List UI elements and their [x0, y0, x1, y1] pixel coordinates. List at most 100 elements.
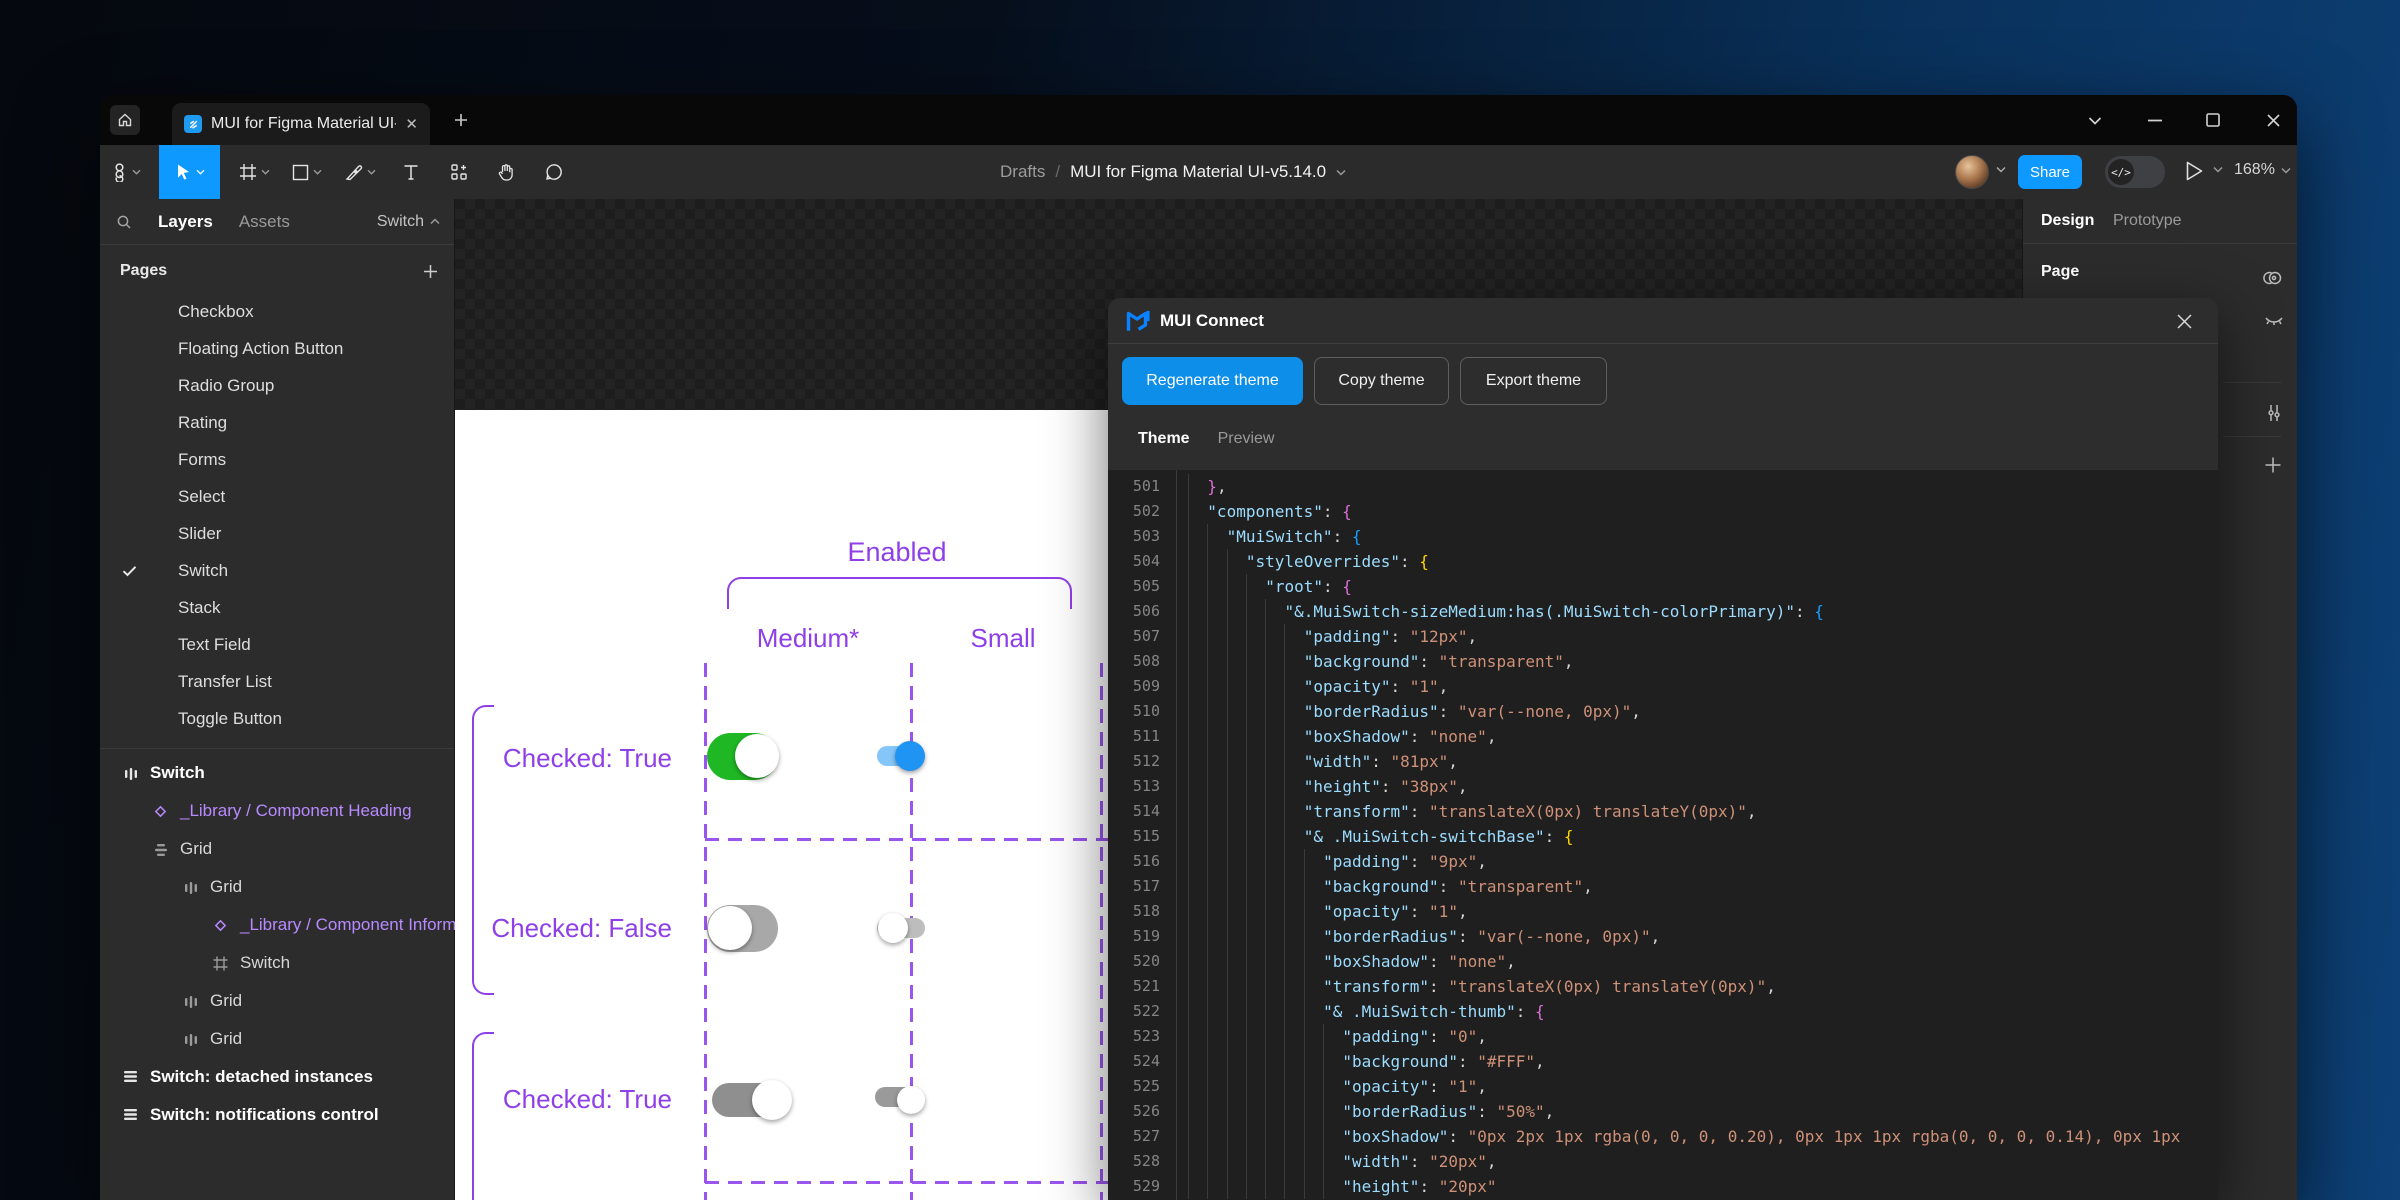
tab-list-chevron-icon[interactable] [2078, 103, 2112, 137]
canvas-row-label[interactable]: Checked: True [472, 743, 672, 774]
code-line-523[interactable]: 523"padding": "0", [1108, 1024, 2218, 1049]
layer-item-switch-detached-instances[interactable]: Switch: detached instances [100, 1059, 454, 1097]
actions-tool-button[interactable] [440, 145, 478, 199]
code-line-529[interactable]: 529"height": "20px" [1108, 1174, 2218, 1199]
code-line-516[interactable]: 516"padding": "9px", [1108, 849, 2218, 874]
code-line-503[interactable]: 503"MuiSwitch": { [1108, 524, 2218, 549]
code-line-505[interactable]: 505"root": { [1108, 574, 2218, 599]
code-line-510[interactable]: 510"borderRadius": "var(--none, 0px)", [1108, 699, 2218, 724]
sliders-icon[interactable] [2263, 402, 2285, 424]
tab-layers[interactable]: Layers [158, 212, 213, 232]
pen-tool-button[interactable] [334, 145, 386, 199]
layer-item-library-component-information[interactable]: _Library / Component Information [100, 907, 454, 945]
chevron-down-icon[interactable] [2213, 166, 2223, 173]
code-line-526[interactable]: 526"borderRadius": "50%", [1108, 1099, 2218, 1124]
shape-tool-button[interactable] [281, 145, 333, 199]
code-line-506[interactable]: 506"&.MuiSwitch-sizeMedium:has(.MuiSwitc… [1108, 599, 2218, 624]
chevron-down-icon[interactable] [1996, 166, 2006, 173]
add-page-button[interactable] [423, 264, 438, 279]
plus-icon[interactable] [2263, 455, 2285, 477]
chevron-down-icon[interactable] [1336, 169, 1346, 176]
tab-preview[interactable]: Preview [1218, 430, 1275, 448]
regenerate-theme-button[interactable]: Regenerate theme [1122, 357, 1303, 405]
page-item-select[interactable]: Select [100, 478, 454, 515]
zoom-menu[interactable]: 168% [2234, 161, 2291, 179]
code-line-524[interactable]: 524"background": "#FFF", [1108, 1049, 2218, 1074]
code-line-525[interactable]: 525"opacity": "1", [1108, 1074, 2218, 1099]
canvas-frame[interactable] [455, 410, 1115, 1200]
layer-item-switch-notifications-control[interactable]: Switch: notifications control [100, 1097, 454, 1135]
copy-theme-button[interactable]: Copy theme [1314, 357, 1449, 405]
new-tab-button[interactable] [448, 107, 474, 133]
layer-item-grid[interactable]: Grid [100, 869, 454, 907]
code-line-515[interactable]: 515"& .MuiSwitch-switchBase": { [1108, 824, 2218, 849]
search-icon[interactable] [116, 214, 132, 230]
page-selector[interactable]: Switch [377, 213, 440, 231]
code-line-504[interactable]: 504"styleOverrides": { [1108, 549, 2218, 574]
layer-item-library-component-heading[interactable]: _Library / Component Heading [100, 793, 454, 831]
page-item-toggle-button[interactable]: Toggle Button [100, 700, 454, 737]
avatar[interactable] [1955, 155, 1989, 189]
canvas-group-label[interactable]: Enabled [797, 537, 997, 568]
code-line-508[interactable]: 508"background": "transparent", [1108, 649, 2218, 674]
code-line-527[interactable]: 527"boxShadow": "0px 2px 1px rgba(0, 0, … [1108, 1124, 2218, 1149]
close-window-button[interactable] [2256, 103, 2290, 137]
code-line-513[interactable]: 513"height": "38px", [1108, 774, 2218, 799]
present-button[interactable] [2185, 160, 2204, 182]
tab-theme[interactable]: Theme [1138, 430, 1190, 448]
close-dialog-icon[interactable] [2172, 309, 2196, 333]
layer-item-switch[interactable]: Switch [100, 755, 454, 793]
code-line-520[interactable]: 520"boxShadow": "none", [1108, 949, 2218, 974]
text-tool-button[interactable] [392, 145, 430, 199]
page-item-radio-group[interactable]: Radio Group [100, 367, 454, 404]
move-tool-button[interactable] [159, 145, 220, 199]
code-line-522[interactable]: 522"& .MuiSwitch-thumb": { [1108, 999, 2218, 1024]
file-tab[interactable]: MUI for Figma Material UI-v5.14.0 ✕ [172, 103, 430, 145]
code-line-521[interactable]: 521"transform": "translateX(0px) transla… [1108, 974, 2218, 999]
page-item-floating-action-button[interactable]: Floating Action Button [100, 330, 454, 367]
layer-item-grid[interactable]: Grid [100, 1021, 454, 1059]
code-line-511[interactable]: 511"boxShadow": "none", [1108, 724, 2218, 749]
frame-tool-button[interactable] [228, 145, 280, 199]
maximize-button[interactable] [2196, 103, 2230, 137]
code-line-517[interactable]: 517"background": "transparent", [1108, 874, 2218, 899]
column-group-bracket[interactable] [727, 577, 1072, 609]
canvas-row-label[interactable]: Checked: True [472, 1084, 672, 1115]
main-menu-button[interactable] [100, 145, 152, 199]
layer-item-grid[interactable]: Grid [100, 831, 454, 869]
canvas-row-label[interactable]: Checked: False [472, 913, 672, 944]
comment-tool-button[interactable] [535, 145, 573, 199]
layer-item-switch[interactable]: Switch [100, 945, 454, 983]
canvas-column-label-small[interactable]: Small [903, 623, 1103, 654]
tab-prototype[interactable]: Prototype [2113, 212, 2181, 230]
share-button[interactable]: Share [2018, 155, 2082, 189]
theme-code-editor[interactable]: 501},502"components": {503"MuiSwitch": {… [1108, 470, 2218, 1200]
breadcrumb-location[interactable]: Drafts [1000, 162, 1045, 182]
hand-tool-button[interactable] [487, 145, 525, 199]
code-line-528[interactable]: 528"width": "20px", [1108, 1149, 2218, 1174]
code-line-514[interactable]: 514"transform": "translateX(0px) transla… [1108, 799, 2218, 824]
code-line-518[interactable]: 518"opacity": "1", [1108, 899, 2218, 924]
export-theme-button[interactable]: Export theme [1460, 357, 1607, 405]
dev-mode-toggle[interactable]: </> [2105, 156, 2165, 188]
page-item-transfer-list[interactable]: Transfer List [100, 663, 454, 700]
code-line-507[interactable]: 507"padding": "12px", [1108, 624, 2218, 649]
page-item-stack[interactable]: Stack [100, 589, 454, 626]
breadcrumb-file-title[interactable]: MUI for Figma Material UI-v5.14.0 [1070, 162, 1326, 182]
row-group-bracket[interactable] [472, 1032, 494, 1200]
page-item-rating[interactable]: Rating [100, 404, 454, 441]
layer-item-grid[interactable]: Grid [100, 983, 454, 1021]
eye-closed-icon[interactable] [2263, 309, 2285, 331]
tab-close-icon[interactable]: ✕ [405, 115, 418, 133]
page-item-switch[interactable]: Switch [100, 552, 454, 589]
page-item-forms[interactable]: Forms [100, 441, 454, 478]
page-item-slider[interactable]: Slider [100, 515, 454, 552]
code-line-501[interactable]: 501}, [1108, 474, 2218, 499]
code-line-502[interactable]: 502"components": { [1108, 499, 2218, 524]
styles-icon[interactable] [2263, 267, 2285, 289]
code-line-509[interactable]: 509"opacity": "1", [1108, 674, 2218, 699]
page-item-text-field[interactable]: Text Field [100, 626, 454, 663]
tab-design[interactable]: Design [2041, 212, 2094, 230]
code-line-519[interactable]: 519"borderRadius": "var(--none, 0px)", [1108, 924, 2218, 949]
code-line-512[interactable]: 512"width": "81px", [1108, 749, 2218, 774]
